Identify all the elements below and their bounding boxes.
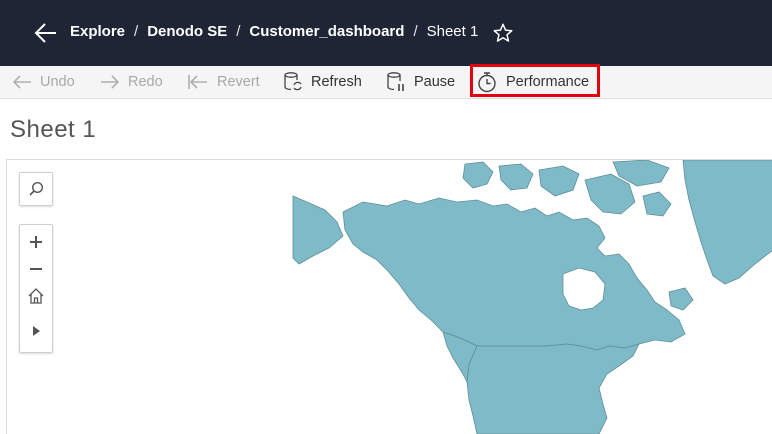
page-title: Sheet 1 <box>10 116 97 143</box>
top-header: Explore / Denodo SE / Customer_dashboard… <box>0 0 772 66</box>
refresh-button[interactable]: Refresh <box>283 66 362 98</box>
breadcrumb-separator: / <box>134 23 139 40</box>
map-region-usa <box>466 343 640 434</box>
redo-label: Redo <box>128 74 163 90</box>
map-region-newfoundland <box>668 287 694 311</box>
back-arrow-icon[interactable] <box>34 21 58 45</box>
redo-icon <box>101 75 120 89</box>
map-region-arctic-islands <box>462 161 494 189</box>
refresh-label: Refresh <box>311 74 362 90</box>
map-region-arctic-islands <box>498 163 534 191</box>
pause-label: Pause <box>414 74 456 90</box>
redo-button[interactable]: Redo <box>100 66 163 98</box>
revert-icon <box>188 75 207 89</box>
home-button[interactable] <box>20 282 52 309</box>
performance-highlight-box <box>470 64 600 97</box>
search-button[interactable] <box>20 173 52 205</box>
breadcrumb-explore[interactable]: Explore <box>70 23 125 40</box>
refresh-icon <box>284 72 302 91</box>
play-icon <box>33 325 40 336</box>
revert-button[interactable]: Revert <box>187 66 260 98</box>
map-region-alaska <box>292 195 344 265</box>
map-region-arctic-islands <box>642 191 672 217</box>
pause-button[interactable]: Pause <box>386 66 455 98</box>
map-zoom-controls <box>19 224 53 353</box>
map-region-greenland <box>682 160 772 285</box>
map-region-canada <box>342 197 686 351</box>
revert-label: Revert <box>217 74 260 90</box>
breadcrumb-denodo-se[interactable]: Denodo SE <box>147 23 227 40</box>
map-viz[interactable] <box>6 159 772 434</box>
breadcrumb-separator: / <box>413 23 418 40</box>
zoom-out-icon <box>30 267 42 270</box>
search-icon <box>29 181 44 196</box>
expand-toolbar-button[interactable] <box>20 317 52 344</box>
toolbar: Undo Redo Revert Refresh Pause Performan… <box>0 66 772 99</box>
star-icon[interactable] <box>492 22 514 44</box>
zoom-out-button[interactable] <box>20 255 52 282</box>
breadcrumb-sheet: Sheet 1 <box>426 23 479 40</box>
north-america-map[interactable] <box>7 160 772 434</box>
undo-button[interactable]: Undo <box>12 66 75 98</box>
pause-icon <box>387 72 404 91</box>
breadcrumb-customer-dashboard[interactable]: Customer_dashboard <box>249 23 404 40</box>
breadcrumb: Explore / Denodo SE / Customer_dashboard… <box>70 23 478 40</box>
breadcrumb-separator: / <box>236 23 241 40</box>
map-search-control[interactable] <box>19 172 53 206</box>
undo-icon <box>12 75 31 89</box>
undo-label: Undo <box>40 74 75 90</box>
map-region-arctic-islands <box>538 165 580 197</box>
zoom-in-button[interactable] <box>20 228 52 255</box>
zoom-in-icon <box>30 235 42 248</box>
home-icon <box>28 287 44 304</box>
